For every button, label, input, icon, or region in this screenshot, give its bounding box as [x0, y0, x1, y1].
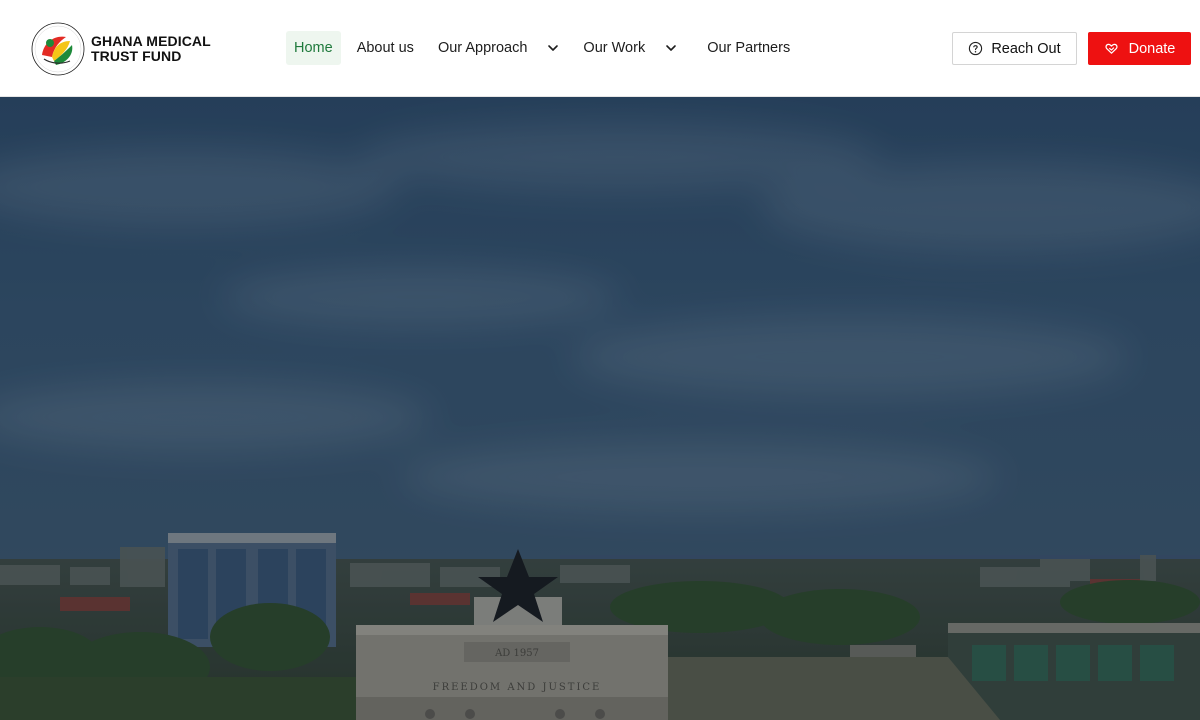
site-header: GHANA MEDICAL TRUST FUND Home About us O…	[0, 0, 1200, 97]
logo-icon	[31, 22, 85, 76]
nav-item-our-partners[interactable]: Our Partners	[699, 31, 798, 65]
donate-label: Donate	[1128, 40, 1176, 57]
reach-out-label: Reach Out	[991, 40, 1061, 57]
nav-item-label: Our Partners	[707, 40, 791, 56]
nav-item-label: Our Work	[583, 40, 646, 56]
nav-item-about-us[interactable]: About us	[349, 31, 422, 65]
brand-name-line1: GHANA MEDICAL	[91, 33, 211, 49]
main-nav: Home About us Our Approach Our Work Our …	[286, 31, 798, 65]
heart-hand-icon	[1105, 43, 1118, 54]
donate-button[interactable]: Donate	[1088, 32, 1191, 65]
chevron-down-icon	[666, 45, 677, 51]
reach-out-button[interactable]: Reach Out	[952, 32, 1077, 65]
brand-logo[interactable]: GHANA MEDICAL TRUST FUND	[30, 20, 230, 78]
nav-item-our-approach[interactable]: Our Approach	[430, 31, 567, 65]
brand-name-line2: TRUST FUND	[91, 48, 182, 64]
hero-image: AD 1957 FREEDOM AND JUSTICE	[0, 97, 1200, 720]
hero-banner: AD 1957 FREEDOM AND JUSTICE	[0, 97, 1200, 720]
nav-item-label: About us	[356, 40, 414, 56]
question-circle-icon	[969, 41, 983, 56]
chevron-down-icon	[548, 45, 559, 51]
nav-item-label: Our Approach	[437, 40, 528, 56]
brand-name: GHANA MEDICAL TRUST FUND	[91, 34, 211, 64]
nav-item-our-work[interactable]: Our Work	[575, 31, 685, 65]
nav-item-home[interactable]: Home	[286, 31, 341, 65]
nav-item-label: Home	[294, 40, 333, 56]
